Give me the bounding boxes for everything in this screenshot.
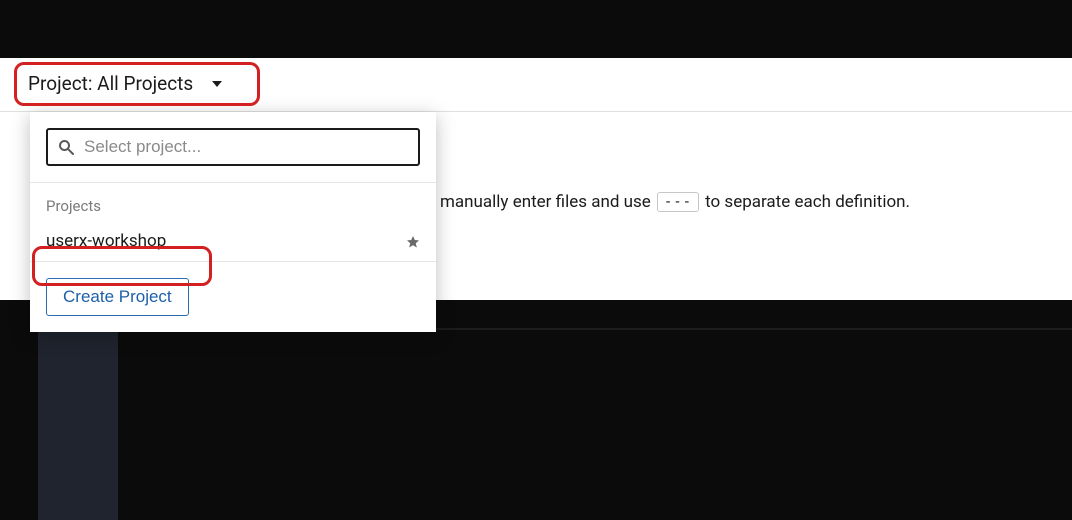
caret-down-icon	[211, 72, 223, 95]
project-selector-trigger[interactable]: Project: All Projects	[18, 68, 233, 99]
project-item-name: userx-workshop	[46, 231, 166, 251]
top-app-bar	[0, 0, 1072, 58]
dropdown-footer: Create Project	[30, 262, 436, 332]
project-search-input[interactable]	[84, 137, 408, 157]
sidebar-fragment	[38, 328, 118, 520]
bottom-dark-region	[0, 300, 1072, 520]
search-container	[30, 112, 436, 182]
search-box[interactable]	[46, 128, 420, 166]
search-icon	[58, 139, 74, 155]
create-project-button[interactable]: Create Project	[46, 278, 189, 316]
instruction-text-after: to separate each definition.	[705, 192, 910, 212]
star-icon[interactable]	[406, 234, 420, 248]
project-selector-label: Project: All Projects	[28, 72, 193, 95]
code-separator-token: ---	[657, 192, 699, 212]
project-dropdown-panel: Projects userx-workshop Create Project	[30, 112, 436, 332]
projects-section-label: Projects	[30, 183, 436, 221]
instruction-text-before: manually enter files and use	[440, 192, 651, 212]
toolbar: Project: All Projects	[0, 58, 1072, 112]
project-list-item[interactable]: userx-workshop	[30, 221, 436, 261]
instruction-text: manually enter files and use --- to sepa…	[440, 192, 910, 212]
